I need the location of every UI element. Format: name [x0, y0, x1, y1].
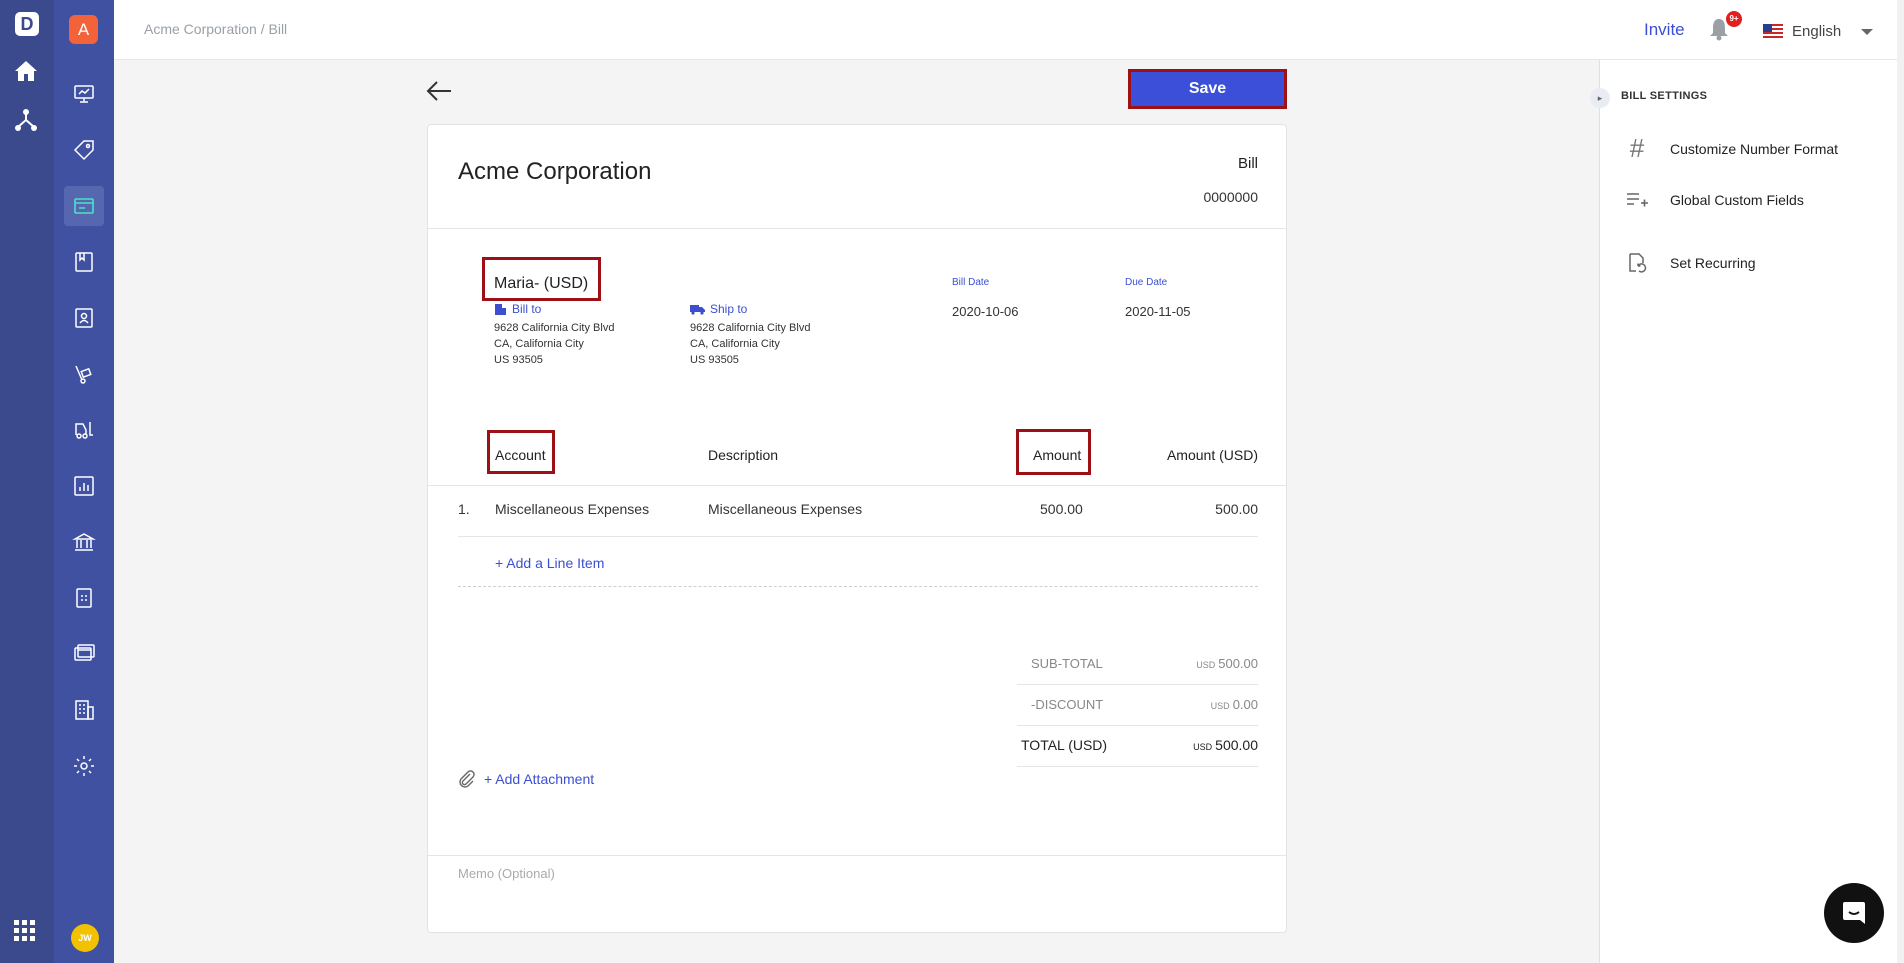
row-amount-usd: 500.00 — [1215, 501, 1258, 517]
column-amount-usd: Amount (USD) — [1166, 447, 1258, 463]
cards-icon[interactable] — [64, 634, 104, 674]
company-name: Acme Corporation — [458, 158, 652, 185]
invite-link[interactable]: Invite — [1644, 20, 1685, 40]
row-divider — [458, 536, 1258, 537]
document-type: Bill — [1237, 155, 1258, 172]
bill-date-field[interactable]: 2020-10-06 — [952, 304, 1019, 319]
home-icon[interactable] — [14, 60, 38, 82]
dashboard-icon[interactable] — [64, 74, 104, 114]
settings-gear-icon[interactable] — [64, 746, 104, 786]
sales-tag-icon[interactable] — [64, 130, 104, 170]
dashed-divider — [458, 586, 1258, 587]
table-header-divider — [428, 485, 1286, 486]
total-value: USD 500.00 — [1193, 737, 1258, 753]
network-icon[interactable] — [14, 108, 38, 132]
org-avatar[interactable]: A — [69, 15, 98, 44]
settings-title: BILL SETTINGS — [1621, 90, 1708, 102]
language-selector[interactable]: English — [1792, 23, 1841, 40]
top-bar: Acme Corporation / Bill Invite 9+ Englis… — [114, 0, 1904, 60]
bill-to-line: CA, California City — [494, 338, 584, 350]
hand-truck-icon[interactable] — [64, 354, 104, 394]
setting-label: Set Recurring — [1670, 255, 1756, 271]
set-recurring[interactable]: Set Recurring — [1626, 252, 1756, 274]
total-label: TOTAL (USD) — [1021, 737, 1108, 753]
book-icon[interactable] — [64, 242, 104, 282]
subtotal-value: USD 500.00 — [1196, 656, 1258, 671]
global-custom-fields[interactable]: Global Custom Fields — [1626, 191, 1804, 209]
column-account: Account — [495, 447, 546, 463]
purchases-icon[interactable] — [64, 186, 104, 226]
total-currency: USD — [1193, 742, 1213, 752]
chat-icon[interactable] — [1824, 883, 1884, 943]
bill-number[interactable]: 0000000 — [1203, 189, 1258, 205]
subtotal-label: SUB-TOTAL — [1031, 656, 1103, 671]
subtotal-amount: 500.00 — [1218, 656, 1258, 671]
forklift-icon[interactable] — [64, 410, 104, 450]
bill-card: Acme Corporation Bill 0000000 Maria- (US… — [427, 124, 1287, 933]
due-date-label: Due Date — [1125, 277, 1168, 288]
memo-field[interactable]: Memo (Optional) — [458, 866, 555, 881]
list-add-icon — [1626, 191, 1648, 209]
totals-divider — [1017, 766, 1258, 767]
ship-to-label: Ship to — [690, 302, 747, 316]
add-line-item-link[interactable]: + Add a Line Item — [495, 555, 604, 571]
truck-icon — [690, 304, 705, 315]
apps-grid-icon[interactable] — [14, 920, 36, 942]
back-arrow-icon[interactable] — [425, 78, 453, 104]
notification-badge: 9+ — [1726, 11, 1742, 27]
bill-to-text: Bill to — [512, 302, 542, 316]
discount-currency: USD — [1210, 701, 1230, 711]
ship-to-line: CA, California City — [690, 338, 780, 350]
user-avatar[interactable]: JW — [71, 924, 99, 952]
ship-to-line: 9628 California City Blvd — [690, 322, 811, 334]
scrollbar[interactable] — [1897, 0, 1904, 963]
app-logo[interactable]: D — [15, 12, 39, 36]
ship-to-text: Ship to — [710, 302, 748, 316]
bill-date-label: Bill Date — [952, 277, 990, 288]
subtotal-currency: USD — [1196, 660, 1216, 670]
memo-divider — [428, 855, 1286, 856]
discount-value: USD 0.00 — [1211, 697, 1258, 712]
calculator-icon[interactable] — [64, 578, 104, 618]
setting-label: Global Custom Fields — [1670, 192, 1804, 208]
total-amount: 500.00 — [1215, 737, 1258, 753]
add-attachment-text: + Add Attachment — [484, 771, 595, 787]
building-icon — [495, 304, 506, 315]
chevron-down-icon[interactable] — [1861, 29, 1873, 35]
building-icon[interactable] — [64, 690, 104, 730]
reports-icon[interactable] — [64, 466, 104, 506]
contacts-icon[interactable] — [64, 298, 104, 338]
add-attachment-link[interactable]: + Add Attachment — [458, 770, 594, 788]
bill-to-label: Bill to — [494, 302, 541, 316]
paperclip-icon — [459, 770, 475, 788]
bill-settings-panel: ▸ BILL SETTINGS # Customize Number Forma… — [1590, 60, 1904, 963]
us-flag-icon[interactable] — [1763, 24, 1783, 39]
ship-to-line: US 93505 — [690, 354, 739, 366]
hash-icon: # — [1629, 133, 1645, 163]
setting-label: Customize Number Format — [1670, 140, 1839, 157]
column-description: Description — [708, 447, 779, 463]
row-description[interactable]: Miscellaneous Expenses — [708, 501, 862, 517]
totals-divider — [1017, 725, 1258, 726]
customize-number-format[interactable]: # Customize Number Format — [1626, 133, 1838, 164]
save-button[interactable]: Save — [1128, 69, 1287, 109]
header-divider — [428, 228, 1286, 229]
row-account[interactable]: Miscellaneous Expenses — [495, 501, 649, 517]
bank-icon[interactable] — [64, 522, 104, 562]
row-amount[interactable]: 500.00 — [1040, 501, 1083, 517]
column-amount: Amount — [1033, 447, 1082, 463]
app-rail: D — [0, 0, 54, 963]
bill-to-line: US 93505 — [494, 354, 543, 366]
due-date-field[interactable]: 2020-11-05 — [1125, 304, 1191, 319]
collapse-panel-icon[interactable]: ▸ — [1590, 88, 1610, 108]
vendor-selector[interactable]: Maria- (USD) — [494, 275, 588, 293]
bill-to-line: 9628 California City Blvd — [494, 322, 615, 334]
row-number: 1. — [458, 501, 470, 517]
recurring-icon — [1626, 252, 1648, 274]
discount-amount: 0.00 — [1232, 697, 1258, 712]
discount-label[interactable]: -DISCOUNT — [1031, 697, 1103, 712]
breadcrumb[interactable]: Acme Corporation / Bill — [144, 21, 287, 37]
totals-divider — [1017, 684, 1258, 685]
